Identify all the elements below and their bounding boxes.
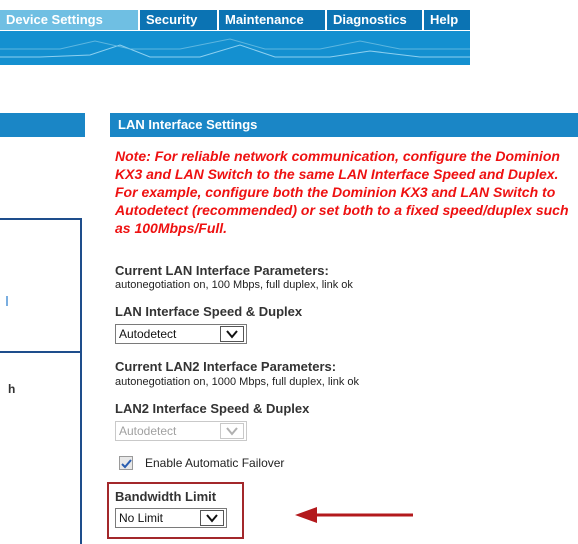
- lan1-speed-select[interactable]: Autodetect: [115, 324, 247, 344]
- tab-maintenance[interactable]: Maintenance: [219, 10, 325, 30]
- tab-device-settings[interactable]: Device Settings: [0, 10, 138, 30]
- bandwidth-value: No Limit: [119, 511, 164, 525]
- chevron-down-icon[interactable]: [220, 423, 244, 439]
- tab-help[interactable]: Help: [424, 10, 470, 30]
- lan1-params-title: Current LAN Interface Parameters:: [115, 263, 329, 278]
- left-panel-mark: [6, 296, 8, 306]
- wave-decoration: [0, 38, 470, 58]
- left-panel-header: [0, 113, 85, 137]
- failover-label: Enable Automatic Failover: [145, 456, 285, 470]
- chevron-down-icon[interactable]: [220, 326, 244, 342]
- lan2-speed-select[interactable]: Autodetect: [115, 421, 247, 441]
- bandwidth-label: Bandwidth Limit: [115, 489, 217, 504]
- bandwidth-select[interactable]: No Limit: [115, 508, 227, 528]
- note-text: Note: For reliable network communication…: [115, 148, 569, 236]
- lan1-speed-value: Autodetect: [119, 327, 177, 341]
- lan1-speed-label: LAN Interface Speed & Duplex: [115, 304, 303, 319]
- lan2-speed-label: LAN2 Interface Speed & Duplex: [115, 401, 310, 416]
- lan2-speed-value: Autodetect: [119, 424, 177, 438]
- top-nav: Device Settings Security Maintenance Dia…: [0, 10, 578, 30]
- failover-checkbox[interactable]: [119, 456, 133, 470]
- lan2-params-value: autonegotiation on, 1000 Mbps, full dupl…: [115, 376, 359, 388]
- left-panel-box-2: [0, 351, 82, 544]
- checkmark-icon: [121, 459, 132, 469]
- section-title: LAN Interface Settings: [110, 113, 578, 137]
- tab-security[interactable]: Security: [140, 10, 217, 30]
- chevron-down-icon[interactable]: [200, 510, 224, 526]
- nav-decor-band: [0, 31, 470, 65]
- left-panel-box: [0, 218, 82, 356]
- lan2-params-title: Current LAN2 Interface Parameters:: [115, 359, 337, 374]
- lan1-params-value: autonegotiation on, 100 Mbps, full duple…: [115, 279, 353, 291]
- tab-diagnostics[interactable]: Diagnostics: [327, 10, 422, 30]
- left-arrow-icon: [295, 507, 413, 523]
- left-panel-text-fragment: h: [8, 382, 16, 396]
